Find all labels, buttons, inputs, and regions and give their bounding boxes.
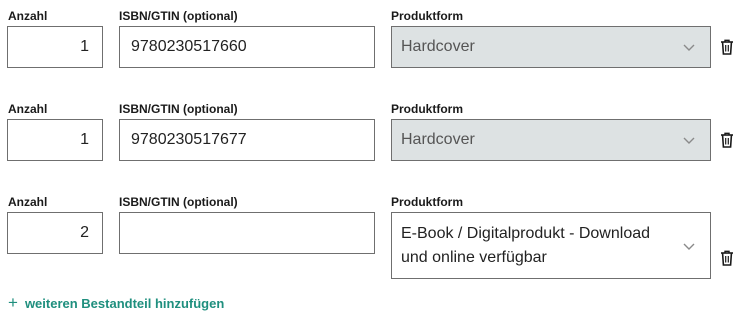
- format-label: Produktform: [391, 102, 463, 116]
- isbn-input[interactable]: 9780230517660: [119, 26, 375, 68]
- trash-icon[interactable]: [720, 132, 734, 148]
- format-select[interactable]: Hardcover: [391, 26, 711, 68]
- chevron-down-icon: [683, 137, 695, 144]
- format-select-value: E-Book / Digitalprodukt - Download und o…: [401, 213, 670, 278]
- format-select-line: und online verfügbar: [401, 248, 547, 266]
- quantity-input[interactable]: 2: [7, 212, 103, 254]
- format-select-value: Hardcover: [401, 38, 475, 55]
- quantity-label: Anzahl: [8, 102, 48, 116]
- quantity-label: Anzahl: [8, 9, 48, 23]
- quantity-label: Anzahl: [8, 195, 48, 209]
- quantity-input[interactable]: 1: [7, 119, 103, 161]
- trash-icon[interactable]: [720, 39, 734, 55]
- add-component-button[interactable]: + weiteren Bestandteil hinzufügen: [8, 293, 225, 312]
- isbn-label: ISBN/GTIN (optional): [119, 9, 238, 23]
- format-select[interactable]: Hardcover: [391, 119, 711, 161]
- format-select-value: Hardcover: [401, 131, 475, 148]
- chevron-down-icon: [683, 44, 695, 51]
- format-select[interactable]: E-Book / Digitalprodukt - Download und o…: [391, 212, 711, 279]
- chevron-down-icon: [683, 243, 695, 250]
- add-component-label: weiteren Bestandteil hinzufügen: [24, 295, 225, 311]
- format-label: Produktform: [391, 195, 463, 209]
- format-select-line: E-Book / Digitalprodukt - Download: [401, 224, 651, 242]
- plus-icon: +: [8, 293, 18, 312]
- isbn-input[interactable]: [119, 212, 375, 254]
- format-label: Produktform: [391, 9, 463, 23]
- trash-icon[interactable]: [720, 250, 734, 266]
- quantity-input[interactable]: 1: [7, 26, 103, 68]
- isbn-input[interactable]: 9780230517677: [119, 119, 375, 161]
- isbn-label: ISBN/GTIN (optional): [119, 195, 238, 209]
- isbn-label: ISBN/GTIN (optional): [119, 102, 238, 116]
